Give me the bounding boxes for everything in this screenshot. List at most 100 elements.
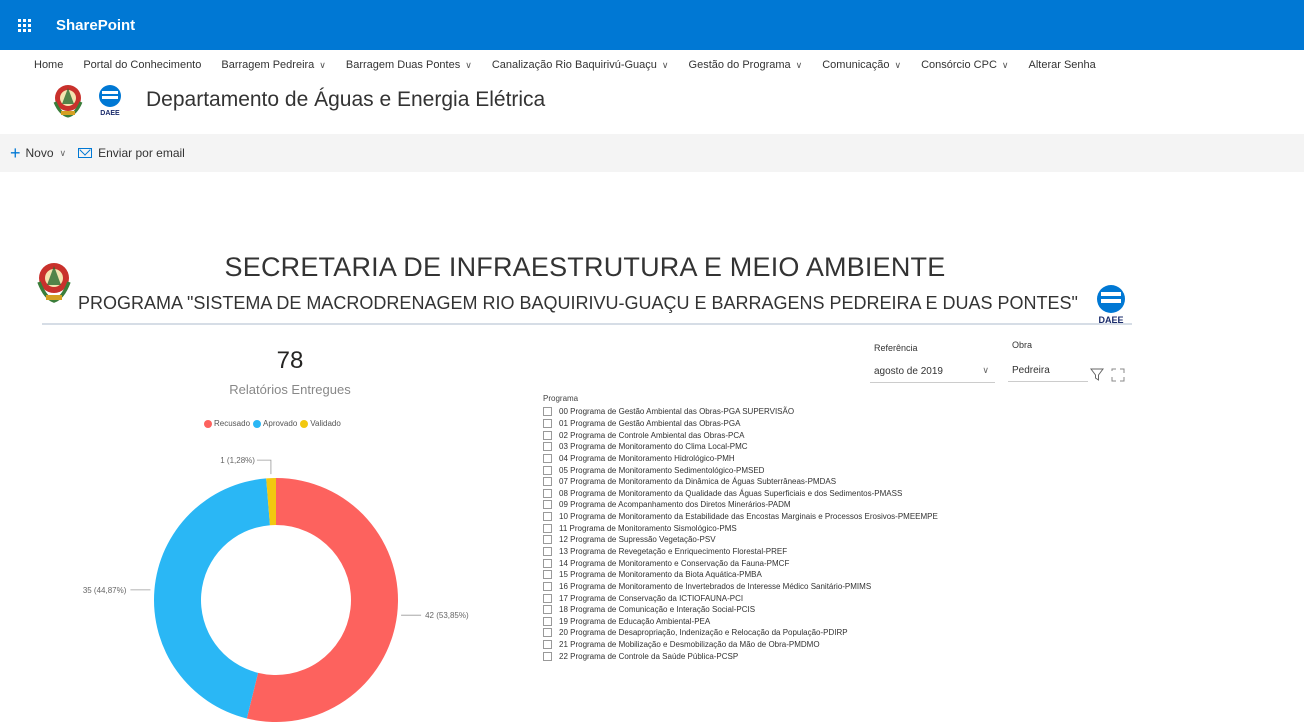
programa-list-item[interactable]: 19 Programa de Educação Ambiental-PEA [543,616,938,628]
checkbox[interactable] [543,407,552,417]
suite-bar: SharePoint [0,0,1304,50]
checkbox[interactable] [543,581,552,591]
data-label: 1 (1,28%) [220,456,255,465]
data-label: 42 (53,85%) [425,611,469,620]
programa-label: 00 Programa de Gestão Ambiental das Obra… [559,407,795,417]
programa-label: 14 Programa de Monitoramento e Conservaç… [559,558,790,568]
send-by-email-button[interactable]: Enviar por email [78,146,185,160]
legend-item[interactable]: Recusado [204,419,250,428]
programa-list-item[interactable]: 09 Programa de Acompanhamento dos Direto… [543,499,938,511]
programa-list-item[interactable]: 13 Programa de Revegetação e Enriquecime… [543,546,938,558]
checkbox[interactable] [543,640,552,650]
checkbox[interactable] [543,628,552,638]
obra-dropdown[interactable]: Pedreira [1008,360,1088,382]
programa-list-item[interactable]: 14 Programa de Monitoramento e Conservaç… [543,557,938,569]
programa-label: 16 Programa de Monitoramento de Inverteb… [559,581,872,591]
chart-legend: Recusado Aprovado Validado [204,419,344,428]
programa-slicer-list: 00 Programa de Gestão Ambiental das Obra… [543,406,938,662]
checkbox[interactable] [543,500,552,510]
checkbox[interactable] [543,651,552,661]
new-button[interactable]: + Novo ∨ [10,144,66,162]
chevron-down-icon: ∨ [795,59,803,70]
checkbox[interactable] [543,488,552,498]
programa-label: 09 Programa de Acompanhamento dos Direto… [559,500,791,510]
nav-item[interactable]: Consórcio CPC ∨ [921,59,1008,71]
checkbox[interactable] [543,512,552,522]
referencia-slicer-label: Referência [874,343,918,353]
programa-label: 03 Programa de Monitoramento do Clima Lo… [559,442,748,452]
nav-item[interactable]: Portal do Conhecimento [83,59,201,71]
programa-list-item[interactable]: 16 Programa de Monitoramento de Inverteb… [543,581,938,593]
suite-app-name[interactable]: SharePoint [56,17,135,34]
programa-list-item[interactable]: 11 Programa de Monitoramento Sismológico… [543,522,938,534]
checkbox[interactable] [543,523,552,533]
programa-list-item[interactable]: 03 Programa de Monitoramento do Clima Lo… [543,441,938,453]
checkbox[interactable] [543,547,552,556]
checkbox[interactable] [543,465,552,475]
legend-item[interactable]: Aprovado [253,419,297,428]
programa-label: 05 Programa de Monitoramento Sedimentoló… [559,465,765,475]
report-title: SECRETARIA DE INFRAESTRUTURA E MEIO AMBI… [224,252,946,282]
send-by-email-label: Enviar por email [98,146,185,160]
nav-item[interactable]: Canalização Rio Baquirivú-Guaçu ∨ [492,59,669,71]
top-navigation: Home Portal do Conhecimento Barragem Pedre… [34,59,1116,71]
checkbox[interactable] [543,442,552,452]
nav-item[interactable]: Gestão do Programa ∨ [689,59,803,71]
programa-list-item[interactable]: 21 Programa de Mobilização e Desmobiliza… [543,639,938,651]
nav-item-label: Canalização Rio Baquirivú-Guaçu [491,59,657,71]
programa-list-item[interactable]: 08 Programa de Monitoramento da Qualidad… [543,487,938,499]
programa-list-item[interactable]: 10 Programa de Monitoramento da Estabili… [543,511,938,523]
programa-list-item[interactable]: 18 Programa de Comunicação e Interação S… [543,604,938,616]
programa-list-item[interactable]: 07 Programa de Monitoramento da Dinâmica… [543,476,938,488]
programa-label: 17 Programa de Conservação da ICTIOFAUNA… [559,593,744,603]
programa-label: 13 Programa de Revegetação e Enriquecime… [559,547,788,556]
checkbox[interactable] [543,430,552,440]
nav-item-label: Consórcio CPC [921,59,997,71]
checkbox[interactable] [543,418,552,428]
programa-list-item[interactable]: 15 Programa de Monitoramento da Biota Aq… [543,569,938,581]
checkbox[interactable] [543,453,552,463]
programa-list-item[interactable]: 02 Programa de Controle Ambiental das Ob… [543,429,938,441]
checkbox[interactable] [543,570,552,580]
programa-list-item[interactable]: 12 Programa de Supressão Vegetação-PSV [543,534,938,546]
legend-item[interactable]: Validado [300,419,341,428]
programa-label: 02 Programa de Controle Ambiental das Ob… [559,430,745,440]
checkbox[interactable] [543,593,552,603]
checkbox[interactable] [543,535,552,545]
programa-label: 20 Programa de Desapropriação, Indenizaç… [559,628,848,638]
donut-slice-aprovado[interactable] [154,478,270,719]
kpi-label: Relatórios Entregues [229,382,351,397]
programa-list-item[interactable]: 00 Programa de Gestão Ambiental das Obra… [543,406,938,418]
legend-dot-icon [204,419,212,428]
nav-item[interactable]: Comunicação ∨ [822,59,901,71]
data-label-leader-line [256,459,272,475]
referencia-dropdown[interactable]: agosto de 2019 ∨ [870,361,995,383]
programa-list-item[interactable]: 05 Programa de Monitoramento Sedimentoló… [543,464,938,476]
obra-value: Pedreira [1012,365,1050,376]
site-title[interactable]: Departamento de Águas e Energia Elétrica [146,88,545,112]
programa-list-item[interactable]: 01 Programa de Gestão Ambiental das Obra… [543,418,938,430]
programa-list-item[interactable]: 17 Programa de Conservação da ICTIOFAUNA… [543,592,938,604]
chevron-down-icon: ∨ [59,147,67,158]
programa-list-item[interactable]: 20 Programa de Desapropriação, Indenizaç… [543,627,938,639]
nav-item[interactable]: Barragem Pedreira ∨ [221,59,326,71]
app-launcher-button[interactable] [0,0,48,50]
nav-item[interactable]: Home [34,59,63,71]
checkbox[interactable] [543,605,552,615]
command-bar: + Novo ∨ Enviar por email [0,134,1304,172]
programa-list-item[interactable]: 04 Programa de Monitoramento Hidrológico… [543,453,938,465]
checkbox[interactable] [543,616,552,626]
nav-item[interactable]: Barragem Duas Pontes ∨ [346,59,472,71]
programa-list-item[interactable]: 22 Programa de Controle da Saúde Pública… [543,650,938,662]
programa-label: 01 Programa de Gestão Ambiental das Obra… [559,418,741,428]
new-button-label: Novo [25,146,54,160]
nav-item[interactable]: Alterar Senha [1029,59,1096,71]
legend-label: Validado [310,419,341,428]
mail-icon [78,148,93,158]
svg-text:DAEE: DAEE [100,110,120,116]
legend-label: Aprovado [263,419,298,428]
programa-label: 12 Programa de Supressão Vegetação-PSV [559,535,716,545]
checkbox[interactable] [543,477,552,487]
filter-icon[interactable] [1090,368,1126,382]
checkbox[interactable] [543,558,552,568]
